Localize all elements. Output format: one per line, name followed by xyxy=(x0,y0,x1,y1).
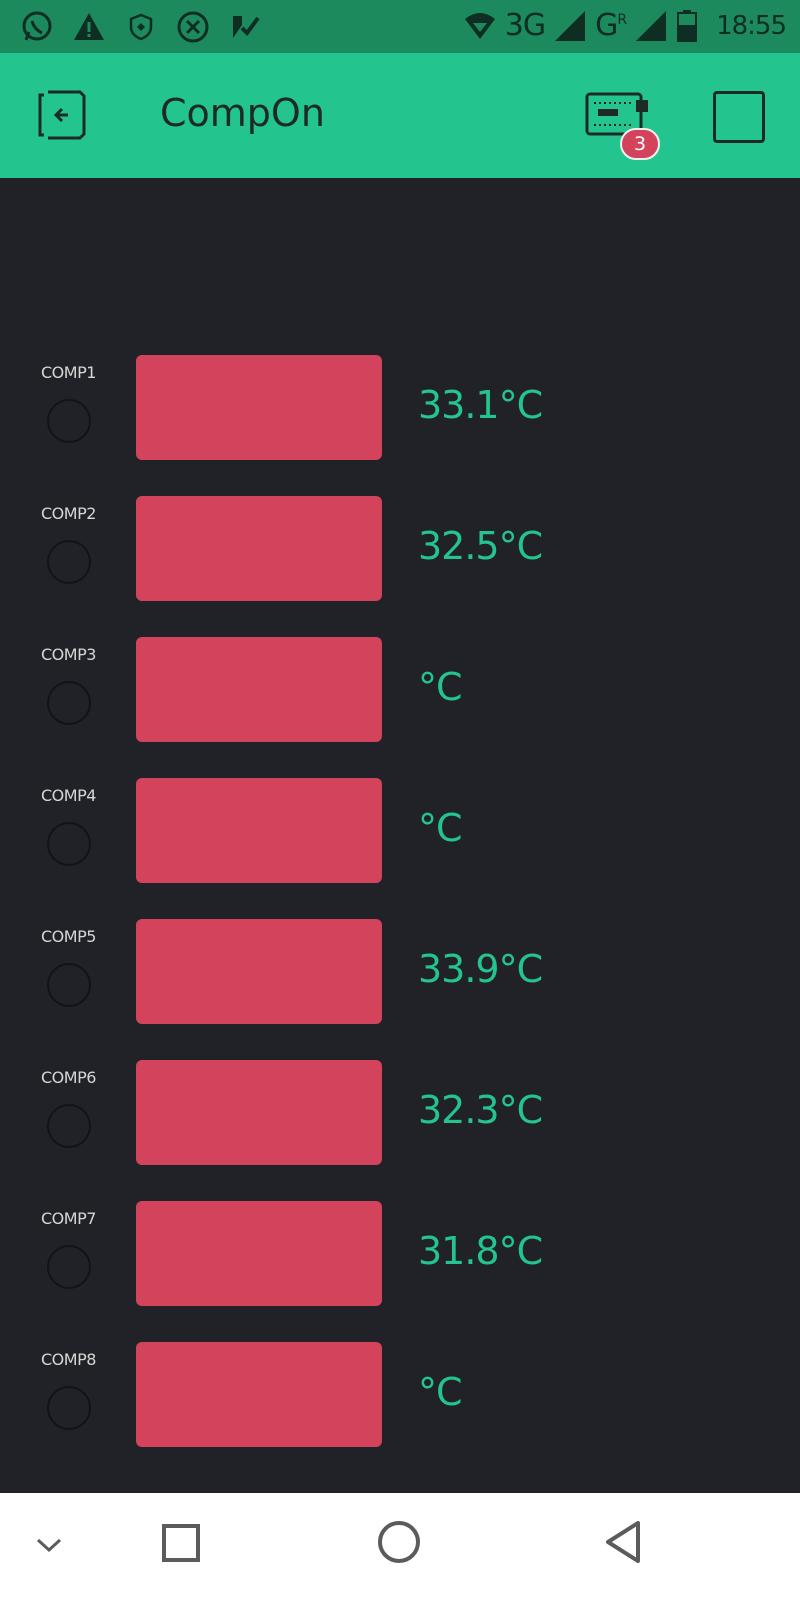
widget-label: COMP5 xyxy=(41,927,96,946)
comp-button[interactable] xyxy=(136,1201,382,1306)
led-indicator xyxy=(47,681,91,725)
widget-row: COMP4 °C xyxy=(0,778,800,919)
recent-apps-icon[interactable] xyxy=(161,1523,201,1563)
widget-row: COMP8 °C xyxy=(0,1342,800,1483)
temperature-value: 32.5°C xyxy=(418,524,543,568)
led-indicator xyxy=(47,963,91,1007)
widget-label: COMP7 xyxy=(41,1209,96,1228)
widget-row: COMP2 32.5°C xyxy=(0,496,800,637)
network-type-label: 3G xyxy=(504,8,546,43)
led-indicator xyxy=(47,399,91,443)
task-check-icon xyxy=(233,16,260,38)
shield-icon xyxy=(129,13,153,41)
widget-label: COMP3 xyxy=(41,645,96,664)
widget-row: COMP6 32.3°C xyxy=(0,1060,800,1201)
clock: 18:55 xyxy=(716,10,787,41)
temperature-value: °C xyxy=(418,665,463,709)
led-indicator xyxy=(47,822,91,866)
wifi-icon xyxy=(464,12,495,39)
temperature-value: 32.3°C xyxy=(418,1088,543,1132)
widget-label: COMP1 xyxy=(41,363,96,382)
temperature-value: 31.8°C xyxy=(418,1229,543,1273)
home-icon[interactable] xyxy=(376,1519,422,1565)
page-title: CompOn xyxy=(160,91,325,135)
temperature-value: °C xyxy=(418,1370,463,1414)
widget-label: COMP8 xyxy=(41,1350,96,1369)
widget-label: COMP4 xyxy=(41,786,96,805)
roaming-label: GR xyxy=(595,8,627,43)
led-indicator xyxy=(47,540,91,584)
back-icon[interactable] xyxy=(602,1519,642,1565)
device-badge: 3 xyxy=(620,128,660,160)
widget-list: COMP1 33.1°C COMP2 32.5°C COMP3 °C COMP4… xyxy=(0,355,800,1483)
comp-button[interactable] xyxy=(136,496,382,601)
whatsapp-icon xyxy=(22,11,52,41)
widget-row: COMP1 33.1°C xyxy=(0,355,800,496)
widget-row: COMP7 31.8°C xyxy=(0,1201,800,1342)
navigation-bar xyxy=(0,1493,800,1600)
comp-button[interactable] xyxy=(136,1060,382,1165)
led-indicator xyxy=(47,1386,91,1430)
led-indicator xyxy=(47,1245,91,1289)
comp-button[interactable] xyxy=(136,355,382,460)
warning-icon xyxy=(74,13,104,40)
widget-row: COMP3 °C xyxy=(0,637,800,778)
signal-icon xyxy=(555,10,586,41)
status-bar: 3G GR 18:55 xyxy=(0,0,800,53)
widget-row: COMP5 33.9°C xyxy=(0,919,800,1060)
comp-button[interactable] xyxy=(136,919,382,1024)
battery-icon xyxy=(677,9,698,42)
close-circle-icon xyxy=(177,11,209,43)
temperature-value: °C xyxy=(418,806,463,850)
widget-label: COMP2 xyxy=(41,504,96,523)
temperature-value: 33.1°C xyxy=(418,383,543,427)
comp-button[interactable] xyxy=(136,637,382,742)
play-mode-button[interactable] xyxy=(713,91,765,143)
app-bar: CompOn 3 xyxy=(0,53,800,178)
chevron-down-icon[interactable] xyxy=(34,1535,64,1555)
temperature-value: 33.9°C xyxy=(418,947,543,991)
comp-button[interactable] xyxy=(136,778,382,883)
led-indicator xyxy=(47,1104,91,1148)
comp-button[interactable] xyxy=(136,1342,382,1447)
signal-icon-2 xyxy=(636,10,667,41)
widget-label: COMP6 xyxy=(41,1068,96,1087)
exit-project-icon[interactable] xyxy=(34,89,90,141)
